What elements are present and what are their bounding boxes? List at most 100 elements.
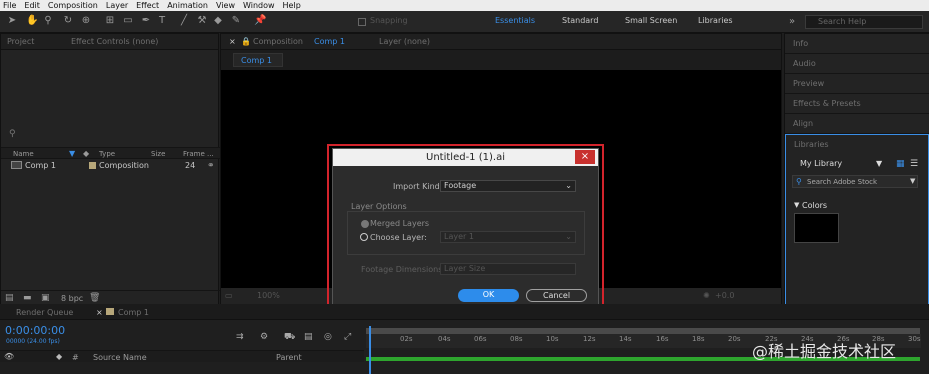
import-kind-select[interactable]: Footage ⌄ (440, 180, 576, 192)
motion-blur-icon[interactable]: ◎ (324, 332, 332, 342)
section-info[interactable]: Info (785, 34, 929, 54)
import-kind-value: Footage (444, 181, 477, 190)
table-row[interactable]: Comp 1 Composition 24 ⚭ (1, 160, 220, 172)
workspace-libraries[interactable]: Libraries (698, 16, 733, 25)
list-view-icon[interactable]: ☰ (910, 159, 918, 169)
brush-tool-icon[interactable]: ╱ (178, 15, 190, 27)
ok-button[interactable]: OK (458, 289, 519, 302)
snapping-checkbox[interactable] (358, 18, 366, 26)
choose-layer-radio[interactable] (360, 233, 368, 241)
grid-view-icon[interactable]: ▦ (896, 159, 905, 169)
puppet-tool-icon[interactable]: 📌 (254, 15, 266, 27)
import-kind-label: Import Kind: (393, 182, 443, 191)
bpc-label[interactable]: 8 bpc (61, 294, 83, 303)
ruler-tick: 14s (619, 335, 632, 343)
exposure-value[interactable]: +0.0 (715, 291, 734, 300)
menu-help[interactable]: Help (283, 1, 301, 10)
menu-layer[interactable]: Layer (106, 1, 128, 10)
ruler-tick: 02s (400, 335, 413, 343)
stock-dropdown-icon[interactable]: ▼ (910, 177, 915, 185)
comp-tabbar: × 🔒 Composition Comp 1 Layer (none) (221, 34, 781, 50)
choose-layer-select[interactable]: Layer 1 ⌄ (440, 231, 576, 243)
tab-effect-controls[interactable]: Effect Controls (none) (71, 37, 158, 46)
choose-layer-label: Choose Layer: (370, 233, 427, 242)
footage-dimensions-select[interactable]: Layer Size (440, 263, 576, 275)
colors-label: Colors (802, 201, 828, 210)
comp-mini-flowchart-icon[interactable]: ⇉ (236, 332, 244, 342)
selection-tool-icon[interactable]: ➤ (6, 15, 18, 27)
draft-3d-icon[interactable]: ⚙ (260, 332, 268, 342)
menu-effect[interactable]: Effect (136, 1, 159, 10)
tab-layer[interactable]: Layer (none) (379, 37, 430, 46)
ruler-tick: 10s (546, 335, 559, 343)
col-source-name[interactable]: Source Name (93, 353, 147, 362)
color-swatch[interactable] (794, 213, 839, 243)
rotate-tool-icon[interactable]: ↻ (62, 15, 74, 27)
col-name[interactable]: Name (13, 150, 34, 158)
comp-subtab[interactable]: Comp 1 (233, 53, 283, 67)
col-type[interactable]: Type (99, 150, 115, 158)
workspace-standard[interactable]: Standard (562, 16, 598, 25)
section-effects-presets[interactable]: Effects & Presets (785, 94, 929, 114)
hand-tool-icon[interactable]: ✋ (26, 15, 38, 27)
rectangle-tool-icon[interactable]: ▭ (122, 15, 134, 27)
tab-comp[interactable]: Comp 1 (118, 308, 149, 317)
col-size[interactable]: Size (151, 150, 165, 158)
section-preview[interactable]: Preview (785, 74, 929, 94)
section-audio[interactable]: Audio (785, 54, 929, 74)
lock-icon[interactable]: 🔒 (241, 37, 251, 46)
close-tab-icon[interactable]: × (96, 308, 103, 317)
shy-icon[interactable]: ⛟ (284, 332, 295, 343)
delete-icon[interactable]: 🗑 (89, 293, 100, 303)
cancel-button[interactable]: Cancel (526, 289, 587, 302)
menu-edit[interactable]: Edit (24, 1, 40, 10)
timecode[interactable]: 0:00:00:00 (5, 324, 65, 337)
tab-project[interactable]: Project (7, 37, 34, 46)
graph-editor-icon[interactable]: ⤢ (344, 332, 351, 342)
comp-tab-label[interactable]: Composition (253, 37, 303, 46)
menu-file[interactable]: File (3, 1, 16, 10)
eraser-tool-icon[interactable]: ◆ (212, 15, 224, 27)
tab-render-queue[interactable]: Render Queue (16, 308, 73, 317)
library-name[interactable]: My Library (800, 159, 842, 168)
type-tool-icon[interactable]: T (156, 15, 168, 27)
clone-stamp-tool-icon[interactable]: ⚒ (196, 15, 208, 27)
menu-view[interactable]: View (216, 1, 235, 10)
workspace-small-screen[interactable]: Small Screen (625, 16, 677, 25)
roto-brush-tool-icon[interactable]: ✎ (230, 15, 242, 27)
menu-composition[interactable]: Composition (48, 1, 98, 10)
pan-behind-tool-icon[interactable]: ⊞ (104, 15, 116, 27)
pen-tool-icon[interactable]: ✒ (140, 15, 152, 27)
camera-tool-icon[interactable]: ⊕ (80, 15, 92, 27)
ruler-tick: 30s (908, 335, 921, 343)
preview-icon[interactable]: ▭ (225, 291, 233, 300)
interpret-footage-icon[interactable]: ▤ (5, 293, 14, 303)
col-parent[interactable]: Parent (276, 353, 302, 362)
dialog-close-button[interactable]: × (575, 150, 595, 164)
new-comp-icon[interactable]: ▣ (41, 293, 50, 303)
flowchart-icon[interactable]: ⚭ (207, 161, 215, 171)
zoom-level[interactable]: 100% (257, 291, 280, 300)
workspace-menu-icon[interactable]: » (786, 16, 798, 28)
close-tab-icon[interactable]: × (229, 37, 236, 46)
zoom-tool-icon[interactable]: ⚲ (42, 15, 54, 27)
comp-tab-name[interactable]: Comp 1 (314, 37, 345, 46)
search-help-input[interactable]: Search Help (805, 15, 923, 29)
exposure-icon[interactable]: ✺ (703, 291, 710, 300)
stock-search-input[interactable]: ⚲ Search Adobe Stock (792, 175, 918, 188)
merged-layers-radio[interactable] (361, 220, 369, 228)
colors-expand-icon[interactable]: ▼ (794, 201, 799, 209)
timeline-tabbar: Render Queue × Comp 1 (0, 304, 929, 320)
project-header-row: Name ▼ ◆ Type Size Frame ... (1, 147, 220, 159)
new-folder-icon[interactable]: ▬ (23, 293, 32, 303)
playhead[interactable] (369, 326, 371, 374)
project-search-icon[interactable]: ⚲ (9, 129, 16, 139)
workspace-essentials[interactable]: Essentials (495, 16, 535, 25)
frame-blending-icon[interactable]: ▤ (304, 332, 313, 342)
section-align[interactable]: Align (785, 114, 929, 134)
col-frame[interactable]: Frame ... (183, 150, 214, 158)
section-audio-label: Audio (793, 59, 816, 68)
menu-window[interactable]: Window (243, 1, 275, 10)
library-dropdown-icon[interactable]: ▼ (876, 159, 882, 168)
menu-animation[interactable]: Animation (167, 1, 208, 10)
